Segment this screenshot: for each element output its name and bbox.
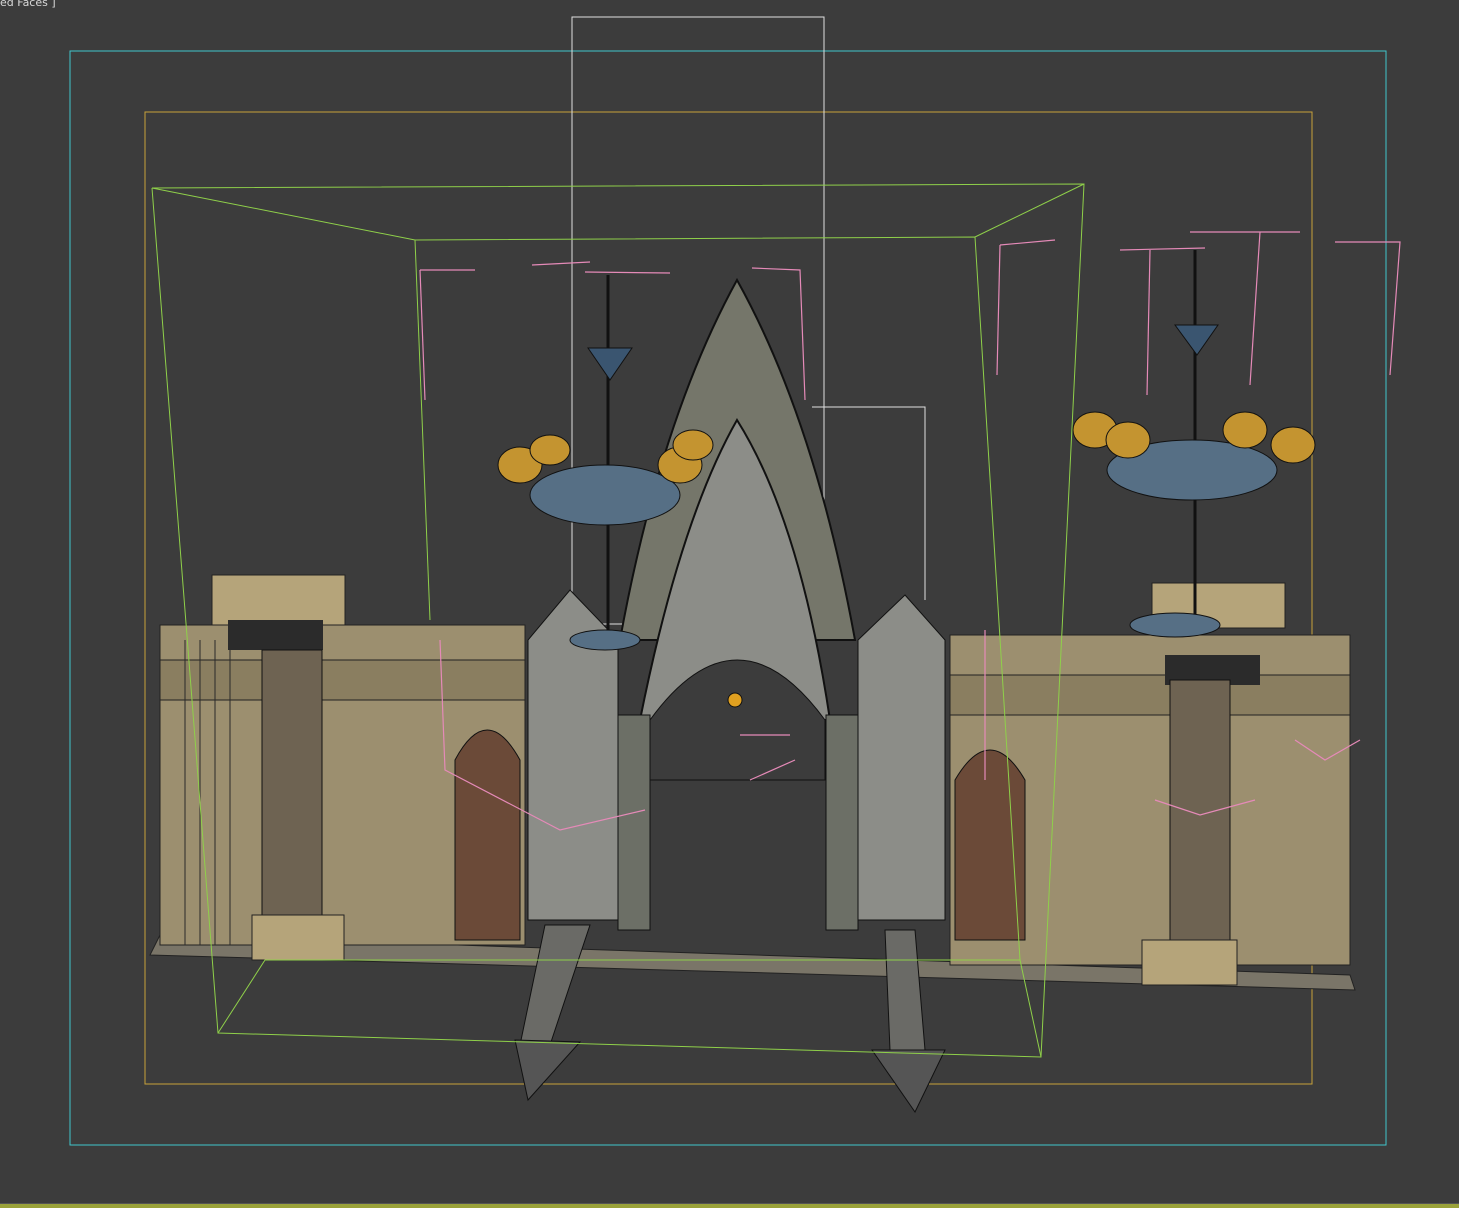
right-stairs	[884, 929, 926, 1051]
left-column-capital	[211, 574, 346, 626]
right-niche	[857, 594, 946, 921]
left-bookcase	[454, 729, 521, 941]
left-stairs	[519, 924, 591, 1046]
left-column-shaft	[261, 649, 323, 921]
3d-viewport[interactable]: ed Faces ]	[0, 0, 1459, 1208]
active-viewport-border	[0, 1203, 1459, 1208]
scene-render	[69, 16, 1401, 1146]
arch-lamp	[727, 692, 743, 708]
right-chandelier	[1072, 250, 1316, 638]
right-bookcase	[954, 749, 1026, 941]
